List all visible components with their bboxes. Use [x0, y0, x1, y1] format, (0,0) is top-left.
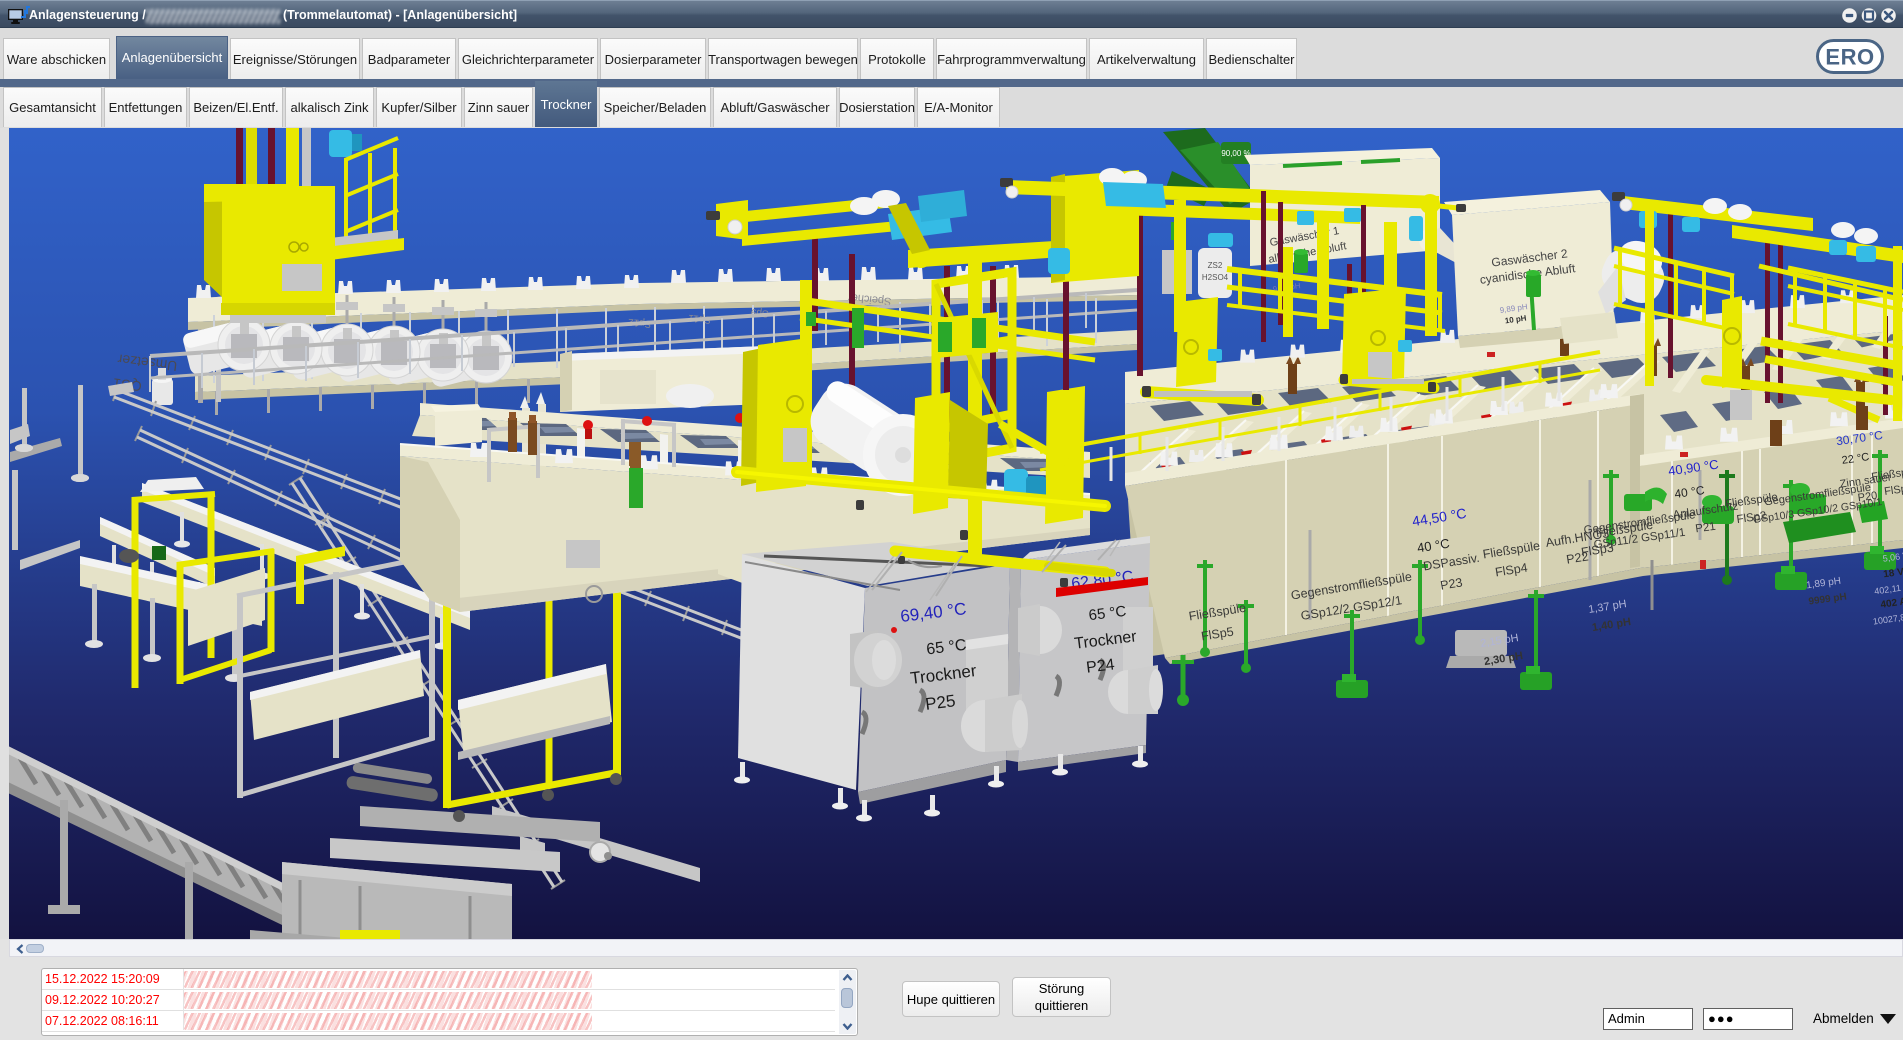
svg-text:ERO: ERO: [1825, 45, 1874, 70]
svg-text:H2SO4: H2SO4: [1202, 273, 1229, 282]
svg-text:P24: P24: [1085, 656, 1115, 676]
svg-text:ZS2: ZS2: [1208, 261, 1223, 270]
svg-text:P25: P25: [924, 691, 956, 714]
